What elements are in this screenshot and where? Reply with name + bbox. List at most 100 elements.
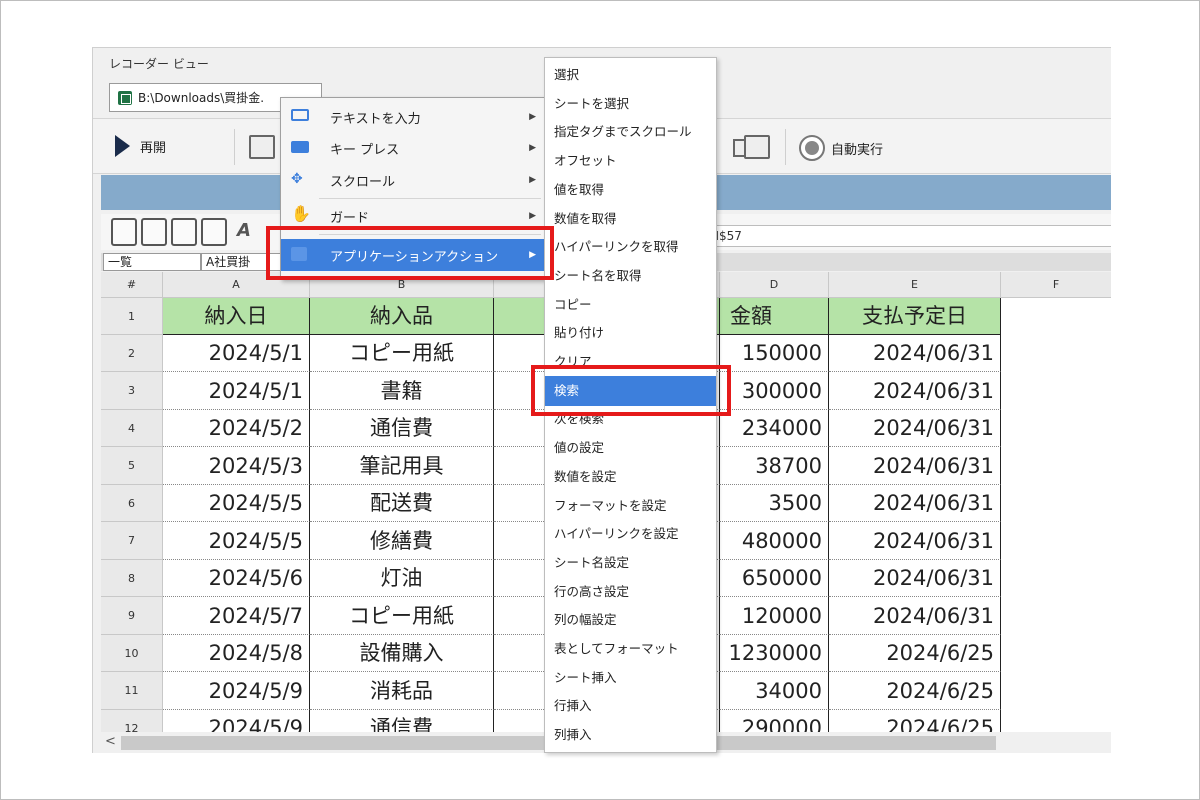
- table-cell[interactable]: 設備購入: [310, 635, 494, 672]
- table-cell[interactable]: 2024/06/31: [829, 447, 1001, 485]
- toolbar-window-icon[interactable]: [744, 135, 770, 159]
- table-cell[interactable]: コピー用紙: [310, 335, 494, 372]
- header-cell[interactable]: 金額: [720, 298, 829, 335]
- menu-item-key-press[interactable]: キー プレス ▶: [281, 133, 544, 163]
- column-header[interactable]: D: [720, 272, 829, 298]
- submenu-item[interactable]: ハイパーリンクを設定: [545, 521, 716, 547]
- submenu-item[interactable]: コピー: [545, 292, 716, 318]
- table-cell[interactable]: 2024/06/31: [829, 410, 1001, 447]
- header-cell[interactable]: 支払予定日: [829, 298, 1001, 335]
- table-cell[interactable]: 2024/5/8: [163, 635, 310, 672]
- table-cell[interactable]: 2024/5/9: [163, 710, 310, 732]
- table-cell[interactable]: 通信費: [310, 710, 494, 732]
- menu-item-text-input[interactable]: テキストを入力 ▶: [281, 102, 544, 132]
- submenu-item[interactable]: 貼り付け: [545, 320, 716, 346]
- submenu-item[interactable]: シート名設定: [545, 550, 716, 576]
- table-cell[interactable]: 2024/5/1: [163, 372, 310, 410]
- table-cell[interactable]: 480000: [720, 522, 829, 560]
- table-cell[interactable]: 34000: [720, 672, 829, 710]
- table-cell[interactable]: コピー用紙: [310, 597, 494, 635]
- table-cell[interactable]: 2024/06/31: [829, 335, 1001, 372]
- resume-button[interactable]: 再開: [115, 135, 166, 157]
- table-cell[interactable]: 2024/5/7: [163, 597, 310, 635]
- submenu-item[interactable]: 表としてフォーマット: [545, 636, 716, 662]
- table-cell[interactable]: 2024/5/6: [163, 560, 310, 597]
- table-cell[interactable]: 2024/5/1: [163, 335, 310, 372]
- row-header: 8: [101, 560, 163, 597]
- table-cell[interactable]: 修繕費: [310, 522, 494, 560]
- submenu-item[interactable]: 検索: [545, 376, 716, 406]
- menu-separator: [319, 198, 541, 199]
- submenu-item[interactable]: クリア: [545, 349, 716, 375]
- submenu-item[interactable]: 次を検索: [545, 406, 716, 432]
- submenu-item[interactable]: 値を取得: [545, 177, 716, 203]
- save-icon[interactable]: [111, 218, 137, 246]
- table-cell[interactable]: 2024/6/25: [829, 710, 1001, 732]
- table-cell[interactable]: 2024/6/25: [829, 672, 1001, 710]
- table-cell[interactable]: 消耗品: [310, 672, 494, 710]
- submenu-item[interactable]: 指定タグまでスクロール: [545, 119, 716, 145]
- excel-icon: [118, 90, 132, 105]
- record-step-icon[interactable]: [249, 135, 275, 159]
- submenu-item[interactable]: 行の高さ設定: [545, 579, 716, 605]
- submenu-item[interactable]: 選択: [545, 62, 716, 88]
- table-cell[interactable]: 2024/5/3: [163, 447, 310, 485]
- copy-icon[interactable]: [171, 218, 197, 246]
- table-cell[interactable]: 2024/06/31: [829, 522, 1001, 560]
- row-header: 2: [101, 335, 163, 372]
- submenu-item[interactable]: 数値を設定: [545, 464, 716, 490]
- table-cell[interactable]: 300000: [720, 372, 829, 410]
- save-as-icon[interactable]: [141, 218, 167, 246]
- context-menu: テキストを入力 ▶ キー プレス ▶ ✥ スクロール ▶ ✋ ガード ▶ アプリ…: [280, 97, 545, 280]
- table-cell[interactable]: 1230000: [720, 635, 829, 672]
- table-cell[interactable]: 2024/6/25: [829, 635, 1001, 672]
- table-cell[interactable]: 38700: [720, 447, 829, 485]
- header-cell[interactable]: 納入品: [310, 298, 494, 335]
- table-cell[interactable]: 書籍: [310, 372, 494, 410]
- submenu-item[interactable]: 数値を取得: [545, 206, 716, 232]
- table-cell[interactable]: 2024/06/31: [829, 372, 1001, 410]
- table-cell[interactable]: 290000: [720, 710, 829, 732]
- sheet-tab[interactable]: 一覧: [103, 253, 201, 271]
- submenu-item[interactable]: オフセット: [545, 148, 716, 174]
- menu-item-application-action[interactable]: アプリケーションアクション ▶: [281, 239, 544, 271]
- submenu-item[interactable]: シート名を取得: [545, 263, 716, 289]
- auto-run-button[interactable]: 自動実行: [799, 135, 883, 161]
- table-cell[interactable]: 通信費: [310, 410, 494, 447]
- table-cell[interactable]: 2024/5/5: [163, 485, 310, 522]
- column-header[interactable]: F: [1001, 272, 1111, 298]
- header-cell[interactable]: 納入日: [163, 298, 310, 335]
- table-cell[interactable]: 120000: [720, 597, 829, 635]
- table-cell[interactable]: 234000: [720, 410, 829, 447]
- menu-item-scroll[interactable]: ✥ スクロール ▶: [281, 165, 544, 195]
- font-icon[interactable]: A: [237, 220, 251, 241]
- table-cell[interactable]: 2024/06/31: [829, 597, 1001, 635]
- chevron-left-icon[interactable]: <: [105, 734, 116, 749]
- application-action-submenu: 選択 シートを選択 指定タグまでスクロール オフセット 値を取得 数値を取得 ハイパーリンク…: [544, 57, 717, 753]
- submenu-item[interactable]: 値の設定: [545, 435, 716, 461]
- submenu-item[interactable]: ハイパーリンクを取得: [545, 234, 716, 260]
- column-header[interactable]: E: [829, 272, 1001, 298]
- table-cell[interactable]: 筆記用具: [310, 447, 494, 485]
- table-cell[interactable]: 650000: [720, 560, 829, 597]
- table-cell[interactable]: 150000: [720, 335, 829, 372]
- table-cell[interactable]: 配送費: [310, 485, 494, 522]
- table-cell[interactable]: 2024/5/9: [163, 672, 310, 710]
- submenu-item[interactable]: シートを選択: [545, 91, 716, 117]
- table-cell[interactable]: 2024/5/5: [163, 522, 310, 560]
- table-cell[interactable]: 2024/06/31: [829, 560, 1001, 597]
- submenu-item[interactable]: 列挿入: [545, 722, 716, 748]
- paste-icon[interactable]: [201, 218, 227, 246]
- menu-item-guard[interactable]: ✋ ガード ▶: [281, 201, 544, 231]
- submenu-item[interactable]: フォーマットを設定: [545, 493, 716, 519]
- table-cell[interactable]: 3500: [720, 485, 829, 522]
- screenshot-frame: レコーダー ビュー B:\Downloads\買掛金. ⌄ 再開 自動実行: [0, 0, 1200, 800]
- table-cell[interactable]: 2024/5/2: [163, 410, 310, 447]
- formula-bar[interactable]: H$57: [710, 225, 1111, 247]
- submenu-item[interactable]: シート挿入: [545, 665, 716, 691]
- row-header: 10: [101, 635, 163, 672]
- table-cell[interactable]: 灯油: [310, 560, 494, 597]
- submenu-item[interactable]: 列の幅設定: [545, 607, 716, 633]
- table-cell[interactable]: 2024/06/31: [829, 485, 1001, 522]
- submenu-item[interactable]: 行挿入: [545, 693, 716, 719]
